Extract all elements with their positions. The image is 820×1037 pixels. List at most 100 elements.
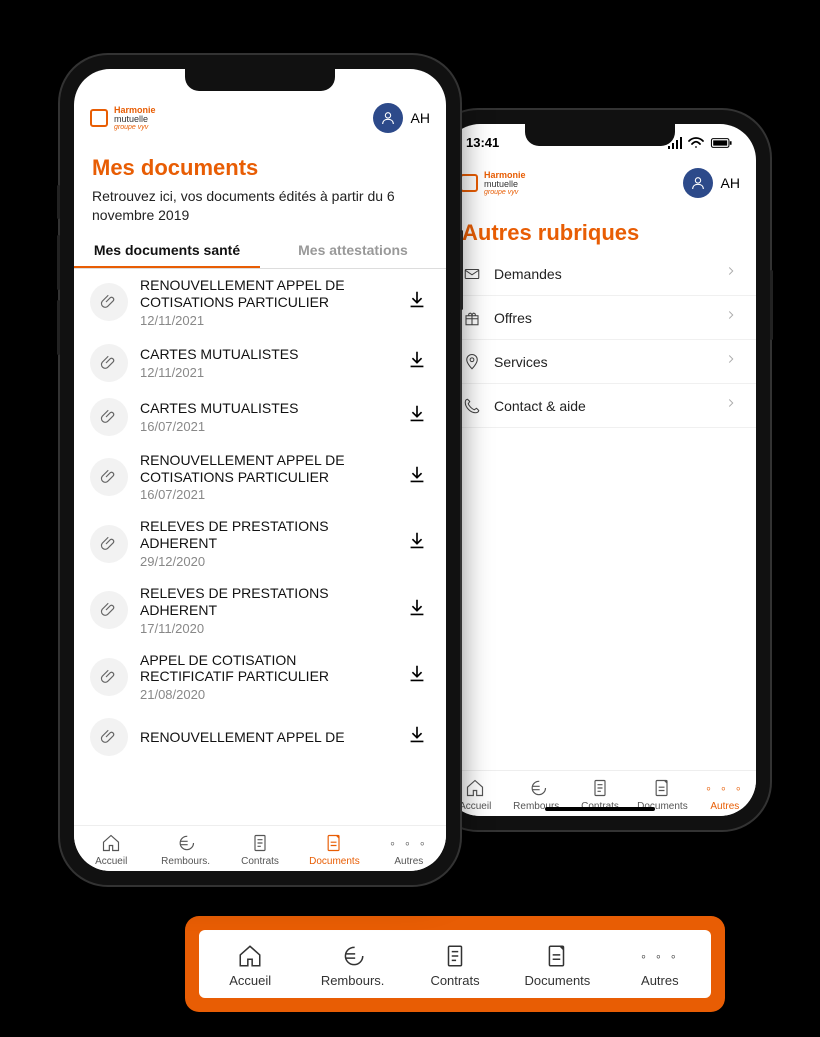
nav-documents[interactable]: Documents <box>297 832 371 867</box>
app-header: Harmonie mutuelle groupe vyv AH <box>444 160 756 210</box>
document-row[interactable]: RENOUVELLEMENT APPEL DE COTISATIONS PART… <box>74 269 446 336</box>
document-row[interactable]: CARTES MUTUALISTES12/11/2021 <box>74 336 446 390</box>
chevron-right-icon <box>724 352 738 371</box>
notch <box>185 69 335 91</box>
chevron-right-icon <box>724 396 738 415</box>
document-row[interactable]: CARTES MUTUALISTES16/07/2021 <box>74 390 446 444</box>
download-button[interactable] <box>406 530 430 557</box>
document-date: 16/07/2021 <box>140 487 394 502</box>
document-row[interactable]: RELEVES DE PRESTATIONS ADHERENT 29/12/202… <box>74 510 446 577</box>
nav-label: Contrats <box>404 973 506 988</box>
nav-label: Rembours. <box>148 856 222 867</box>
document-date: 17/11/2020 <box>140 621 394 636</box>
tab-attestations[interactable]: Mes attestations <box>260 237 446 268</box>
nav-label: Autres <box>372 856 446 867</box>
avatar-icon <box>373 103 403 133</box>
nav-label: Documents <box>506 973 608 988</box>
logo-hex-icon <box>90 109 108 127</box>
document-date: 16/07/2021 <box>140 419 394 434</box>
home-icon <box>74 832 148 854</box>
download-button[interactable] <box>406 597 430 624</box>
rubrique-label: Contact & aide <box>494 398 712 414</box>
phone-left-mock: Harmonie mutuelle groupe vyv AH Mes docu… <box>60 55 460 885</box>
download-button[interactable] <box>406 289 430 316</box>
status-indicators <box>666 134 734 150</box>
document-title: CARTES MUTUALISTES <box>140 346 394 363</box>
document-icon <box>297 832 371 854</box>
nav-accueil[interactable]: Accueil <box>74 832 148 867</box>
paperclip-icon <box>90 718 128 756</box>
paperclip-icon <box>90 458 128 496</box>
contract-icon <box>569 777 631 799</box>
document-row[interactable]: APPEL DE COTISATION RECTIFICATIF PARTICU… <box>74 644 446 711</box>
nav-label: Accueil <box>199 973 301 988</box>
documents-list[interactable]: RENOUVELLEMENT APPEL DE COTISATIONS PART… <box>74 269 446 825</box>
paperclip-icon <box>90 398 128 436</box>
notch <box>525 124 675 146</box>
contract-icon <box>404 941 506 971</box>
rubrique-contact-aide[interactable]: Contact & aide <box>444 384 756 428</box>
chevron-right-icon <box>724 264 738 283</box>
avatar-icon <box>683 168 713 198</box>
document-date: 12/11/2021 <box>140 313 394 328</box>
rubrique-services[interactable]: Services <box>444 340 756 384</box>
envelope-icon <box>462 265 482 283</box>
download-button[interactable] <box>406 464 430 491</box>
phone-right-mock: 13:41 Harmonie mutuelle groupe vyv AH <box>430 110 770 830</box>
document-row[interactable]: RELEVES DE PRESTATIONS ADHERENT 17/11/202… <box>74 577 446 644</box>
app-header: Harmonie mutuelle groupe vyv AH <box>74 95 446 145</box>
rubriques-list: DemandesOffresServices Contact & aide <box>444 252 756 428</box>
paperclip-icon <box>90 283 128 321</box>
paperclip-icon <box>90 525 128 563</box>
page-title: Autres rubriques <box>444 210 756 252</box>
dots-icon: ◦ ◦ ◦ <box>609 941 711 971</box>
nav-documents[interactable]: Documents <box>506 941 608 988</box>
document-row[interactable]: RENOUVELLEMENT APPEL DE <box>74 710 446 764</box>
paperclip-icon <box>90 591 128 629</box>
nav-autres[interactable]: ◦ ◦ ◦Autres <box>372 832 446 867</box>
nav-label: Accueil <box>74 856 148 867</box>
dots-icon: ◦ ◦ ◦ <box>694 777 756 799</box>
contract-icon <box>223 832 297 854</box>
chevron-right-icon <box>724 308 738 327</box>
document-date: 29/12/2020 <box>140 554 394 569</box>
nav-autres[interactable]: ◦ ◦ ◦Autres <box>609 941 711 988</box>
phone-icon <box>462 397 482 415</box>
nav-accueil[interactable]: Accueil <box>199 941 301 988</box>
user-badge[interactable]: AH <box>683 168 740 198</box>
document-title: RELEVES DE PRESTATIONS ADHERENT <box>140 585 394 619</box>
nav-label: Documents <box>297 856 371 867</box>
euro-icon <box>148 832 222 854</box>
nav-label: Autres <box>694 801 756 812</box>
download-button[interactable] <box>406 349 430 376</box>
download-button[interactable] <box>406 663 430 690</box>
rubrique-demandes[interactable]: Demandes <box>444 252 756 296</box>
page-title: Mes documents <box>74 145 446 187</box>
document-title: APPEL DE COTISATION RECTIFICATIF PARTICU… <box>140 652 394 686</box>
bottom-nav: AccueilRembours.ContratsDocuments◦ ◦ ◦Au… <box>74 825 446 871</box>
document-date: 21/08/2020 <box>140 687 394 702</box>
nav-rembours-[interactable]: Rembours. <box>148 832 222 867</box>
nav-rembours-[interactable]: Rembours. <box>301 941 403 988</box>
home-icon <box>199 941 301 971</box>
status-time: 13:41 <box>466 135 499 150</box>
enlarged-nav: AccueilRembours.ContratsDocuments◦ ◦ ◦Au… <box>199 930 711 998</box>
user-initials: AH <box>721 175 740 191</box>
logo-hex-icon <box>460 174 478 192</box>
brand-logo: Harmonie mutuelle groupe vyv <box>90 106 156 131</box>
document-row[interactable]: RENOUVELLEMENT APPEL DE COTISATIONS PART… <box>74 444 446 511</box>
document-title: RENOUVELLEMENT APPEL DE COTISATIONS PART… <box>140 452 394 486</box>
nav-autres[interactable]: ◦ ◦ ◦ Autres <box>694 777 756 812</box>
document-icon <box>631 777 693 799</box>
download-button[interactable] <box>406 403 430 430</box>
nav-contrats[interactable]: Contrats <box>223 832 297 867</box>
pin-icon <box>462 353 482 371</box>
download-button[interactable] <box>406 724 430 751</box>
nav-contrats[interactable]: Contrats <box>404 941 506 988</box>
tab-documents-sante[interactable]: Mes documents santé <box>74 237 260 268</box>
user-badge[interactable]: AH <box>373 103 430 133</box>
document-title: RELEVES DE PRESTATIONS ADHERENT <box>140 518 394 552</box>
nav-label: Rembours. <box>301 973 403 988</box>
tabs: Mes documents santé Mes attestations <box>74 237 446 269</box>
rubrique-offres[interactable]: Offres <box>444 296 756 340</box>
